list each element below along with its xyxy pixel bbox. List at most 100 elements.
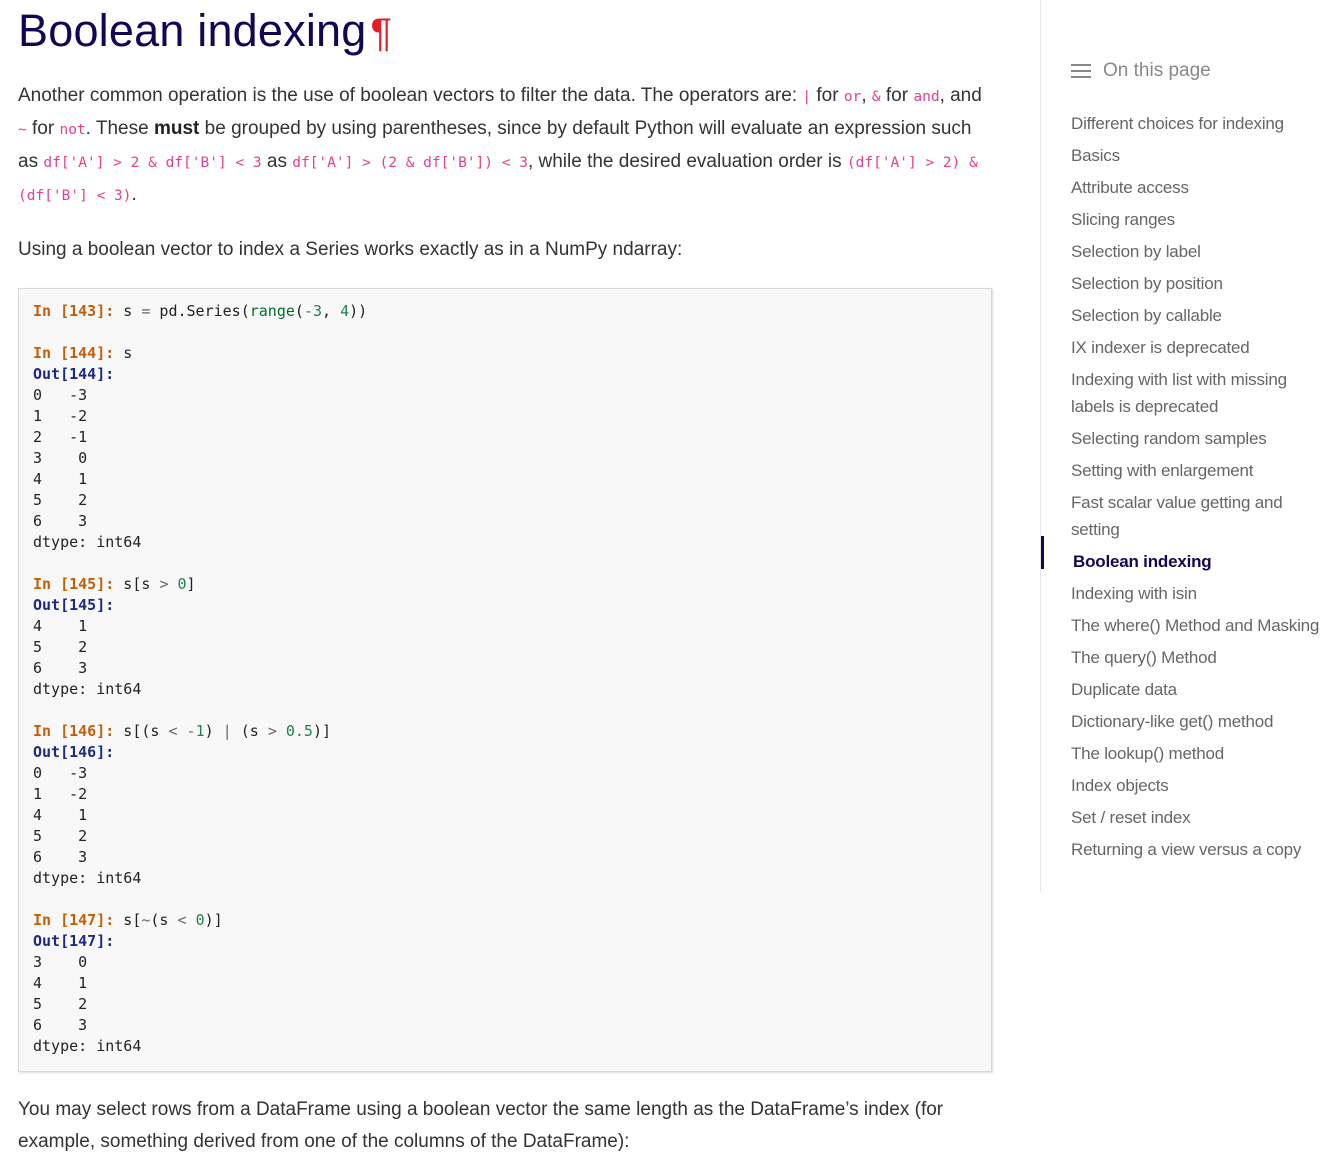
toc-item-dict-get[interactable]: Dictionary-like get() method <box>1071 708 1321 735</box>
page-title-text: Boolean indexing <box>18 5 367 56</box>
must-emphasis: must <box>153 118 200 139</box>
toc-item-duplicate-data[interactable]: Duplicate data <box>1071 676 1321 703</box>
output-row: 0 -3 <box>33 386 88 404</box>
prompt-in: In [144]: <box>33 344 115 362</box>
prompt-in: In [143]: <box>33 302 115 320</box>
toc-heading-text: On this page <box>1103 60 1211 81</box>
toc-item-different-choices[interactable]: Different choices for indexing <box>1071 110 1321 137</box>
output-row: 5 2 <box>33 827 88 845</box>
toc-item-query[interactable]: The query() Method <box>1071 644 1321 671</box>
intro-text: for <box>811 85 844 106</box>
output-row: 5 2 <box>33 995 88 1013</box>
code-and: and <box>913 89 940 105</box>
output-row: 6 3 <box>33 512 88 530</box>
output-dtype: dtype: int64 <box>33 533 142 551</box>
intro-text: for <box>880 85 914 106</box>
intro-paragraph: Another common operation is the use of b… <box>18 80 993 212</box>
prompt-in: In [145]: <box>33 575 115 593</box>
output-row: 3 0 <box>33 449 88 467</box>
intro-text: for <box>26 118 60 139</box>
prompt-out: Out[144]: <box>33 365 115 383</box>
output-row: 4 1 <box>33 806 88 824</box>
output-row: 6 3 <box>33 659 88 677</box>
code-input: s[s > 0] <box>114 575 196 593</box>
toc-heading: On this page <box>1071 60 1211 82</box>
output-row: 6 3 <box>33 848 88 866</box>
intro-text: . <box>131 184 137 205</box>
toc-item-attribute-access[interactable]: Attribute access <box>1071 174 1321 201</box>
output-dtype: dtype: int64 <box>33 869 142 887</box>
code-expr-1: df['A'] > 2 & df['B'] < 3 <box>43 155 262 171</box>
code-input: s[(s < -1) | (s > 0.5)] <box>114 722 332 740</box>
code-line: Out[144]: <box>33 364 977 385</box>
toc-item-fast-scalar[interactable]: Fast scalar value getting and setting <box>1071 489 1321 543</box>
permalink-pilcrow[interactable]: ¶ <box>370 11 392 55</box>
output-row: 4 1 <box>33 617 88 635</box>
intro-text: Another common operation is the use of b… <box>18 85 803 106</box>
intro-text: . These <box>85 118 154 139</box>
code-line: In [147]: s[~(s < 0)] <box>33 910 977 931</box>
output-dtype: dtype: int64 <box>33 680 142 698</box>
toc-item-selection-by-label[interactable]: Selection by label <box>1071 238 1321 265</box>
active-indicator <box>1041 536 1044 569</box>
prompt-out: Out[147]: <box>33 932 115 950</box>
code-not: not <box>59 122 86 138</box>
code-line: In [143]: s = pd.Series(range(-3, 4)) <box>33 301 977 322</box>
code-line: In [145]: s[s > 0] <box>33 574 977 595</box>
prompt-in: In [147]: <box>33 911 115 929</box>
intro-text: as <box>261 151 293 172</box>
output-row: 5 2 <box>33 491 88 509</box>
toc-item-where-masking[interactable]: The where() Method and Masking <box>1071 612 1321 639</box>
toc-sidebar: On this page Different choices for index… <box>1040 0 1335 892</box>
toc-item-index-objects[interactable]: Index objects <box>1071 772 1321 799</box>
output-row: 1 -2 <box>33 407 88 425</box>
dataframe-paragraph: You may select rows from a DataFrame usi… <box>18 1099 944 1152</box>
not-operator: ~ <box>18 122 27 138</box>
toc-item-selection-by-position[interactable]: Selection by position <box>1071 270 1321 297</box>
prompt-out: Out[145]: <box>33 596 115 614</box>
toc-item-isin[interactable]: Indexing with isin <box>1071 580 1321 607</box>
main-content: Boolean indexing ¶ Another common operati… <box>18 0 993 1158</box>
and-operator: & <box>871 89 881 105</box>
output-dtype: dtype: int64 <box>33 1037 142 1055</box>
toc-item-random-samples[interactable]: Selecting random samples <box>1071 425 1321 452</box>
toc-item-missing-labels[interactable]: Indexing with list with missing labels i… <box>1071 366 1321 420</box>
toc-item-set-reset-index[interactable]: Set / reset index <box>1071 804 1321 831</box>
intro-text: , while the desired evaluation order is <box>527 151 847 172</box>
toc-item-slicing-ranges[interactable]: Slicing ranges <box>1071 206 1321 233</box>
code-or: or <box>843 89 862 105</box>
output-row: 1 -2 <box>33 785 88 803</box>
code-block[interactable]: In [143]: s = pd.Series(range(-3, 4)) In… <box>18 288 992 1072</box>
output-row: 2 -1 <box>33 428 88 446</box>
toc-item-label: Boolean indexing <box>1073 552 1212 571</box>
output-row: 4 1 <box>33 470 88 488</box>
toc-item-ix-deprecated[interactable]: IX indexer is deprecated <box>1071 334 1321 361</box>
page-title: Boolean indexing ¶ <box>18 6 993 58</box>
code-line: In [144]: s <box>33 343 977 364</box>
prompt-out: Out[146]: <box>33 743 115 761</box>
code-input: s <box>114 344 133 362</box>
code-input: s = pd.Series(range(-3, 4)) <box>114 302 368 320</box>
toc-item-selection-by-callable[interactable]: Selection by callable <box>1071 302 1321 329</box>
output-row: 3 0 <box>33 953 88 971</box>
prompt-in: In [146]: <box>33 722 115 740</box>
code-line: Out[145]: <box>33 595 977 616</box>
toc-item-view-vs-copy[interactable]: Returning a view versus a copy <box>1071 836 1321 863</box>
toc-item-lookup[interactable]: The lookup() method <box>1071 740 1321 767</box>
series-paragraph: Using a boolean vector to index a Series… <box>18 239 683 260</box>
output-row: 6 3 <box>33 1016 88 1034</box>
toc-item-enlargement[interactable]: Setting with enlargement <box>1071 457 1321 484</box>
output-row: 5 2 <box>33 638 88 656</box>
code-line: In [146]: s[(s < -1) | (s > 0.5)] <box>33 721 977 742</box>
list-icon <box>1071 63 1091 79</box>
toc-item-boolean-indexing[interactable]: Boolean indexing <box>1041 536 1321 575</box>
toc-item-basics[interactable]: Basics <box>1071 142 1321 169</box>
code-line: Out[146]: <box>33 742 977 763</box>
or-operator: | <box>802 89 812 105</box>
code-line: Out[147]: <box>33 931 977 952</box>
code-input: s[~(s < 0)] <box>114 911 223 929</box>
toc-list: Different choices for indexing Basics At… <box>1041 110 1321 868</box>
intro-text: , <box>861 85 872 106</box>
code-expr-2: df['A'] > (2 & df['B']) < 3 <box>292 155 528 171</box>
output-row: 0 -3 <box>33 764 88 782</box>
